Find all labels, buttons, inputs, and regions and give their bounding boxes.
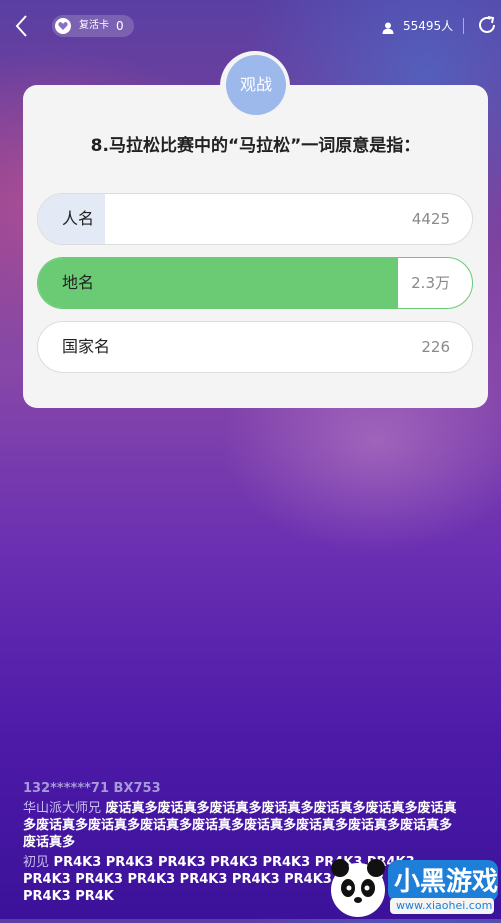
top-bar: 复活卡 0 55495人 [0,0,501,52]
question-text: 8.马拉松比赛中的“马拉松”一词原意是指： [90,136,421,156]
chat-message: 华山派大师兄 废话真多废话真多废话真多废话真多废话真多废话真多废话真多废话真多废… [23,800,463,851]
revive-card-badge[interactable]: 复活卡 0 [52,15,134,37]
viewer-count-text: 55495人 [403,19,454,33]
option-2-label: 国家名 [62,337,111,356]
person-icon [382,19,394,38]
divider [463,18,464,34]
watermark-logo: 小黑游戏 www.xiaohei.com [318,848,501,919]
option-1-label: 地名 [62,273,95,292]
revive-card-count: 0 [116,19,124,33]
option-0[interactable]: 人名 4425 [37,193,473,245]
option-2-count: 226 [421,338,450,356]
option-1-count: 2.3万 [411,274,450,292]
chevron-left-icon[interactable] [10,12,34,40]
revive-card-label: 复活卡 [79,20,109,31]
chat-username: 华山派大师兄 [23,801,102,816]
chat-username: 初见 [23,855,50,870]
watermark-url: www.xiaohei.com [396,899,493,912]
chat-line: 132******71 BX753 [23,781,161,796]
option-0-label: 人名 [62,209,95,228]
option-2[interactable]: 国家名 226 [37,321,473,373]
share-icon[interactable] [476,14,498,36]
watermark-brand: 小黑游戏 [394,867,499,897]
spectate-badge: 观战 [226,55,286,115]
option-1[interactable]: 地名 2.3万 [37,257,473,309]
heart-icon [55,18,71,34]
option-0-count: 4425 [411,210,450,228]
